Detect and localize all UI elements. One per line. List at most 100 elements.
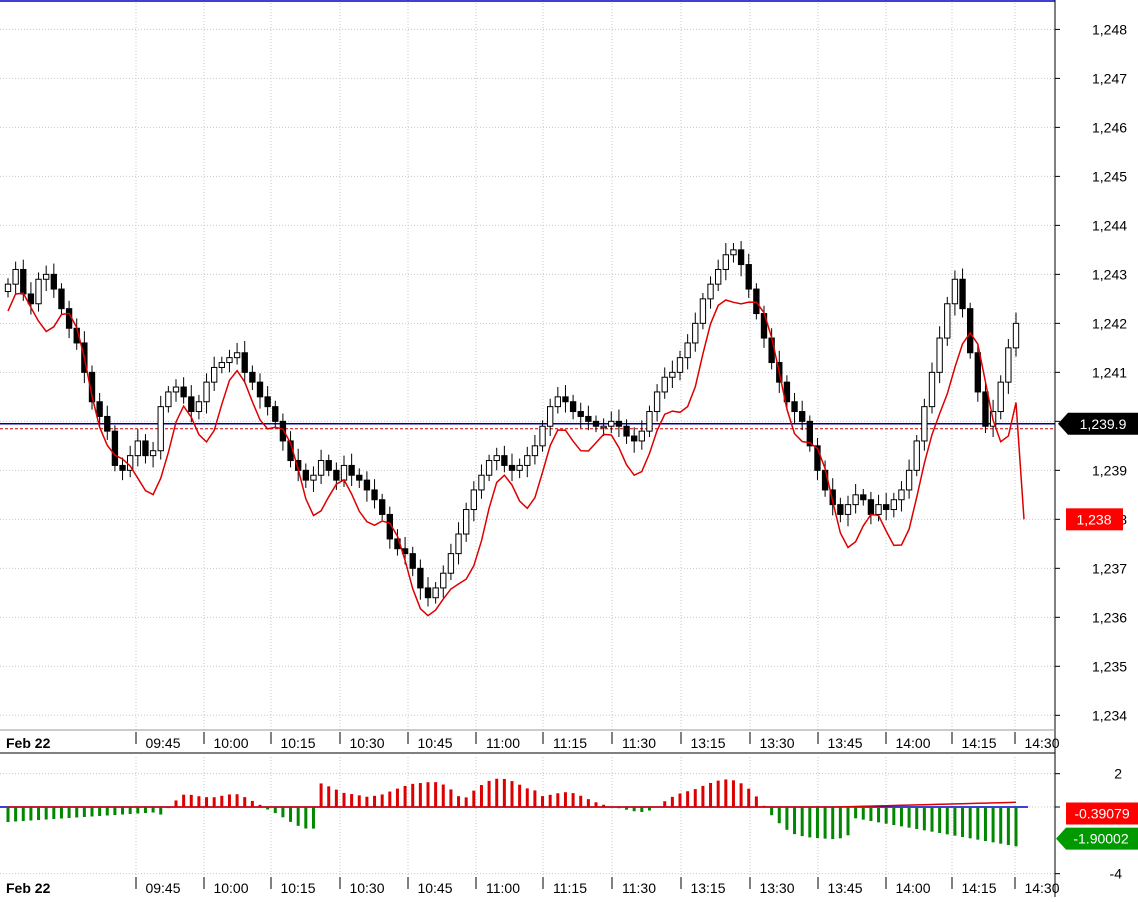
price-tick-label: 1,236	[1092, 609, 1127, 625]
candle	[409, 553, 416, 569]
candle	[600, 425, 607, 429]
histogram-bar	[273, 807, 277, 814]
candle	[913, 440, 920, 471]
candle	[1012, 322, 1020, 349]
candle	[493, 455, 500, 462]
candle	[310, 474, 317, 481]
histogram-bar	[304, 807, 308, 829]
histogram-bar	[838, 807, 842, 839]
candle	[890, 499, 897, 511]
candle	[188, 396, 195, 413]
histogram-bar	[197, 796, 201, 807]
candle	[35, 278, 42, 305]
candle	[157, 406, 164, 452]
chart-area: 1,248 1,247 1,246 1,245 1,244 1,243 1,242 1,241…	[0, 0, 1138, 897]
time-label: 10:30	[349, 880, 384, 896]
histogram-bar	[686, 791, 690, 807]
time-label: 14:15	[961, 735, 996, 751]
histogram-bar	[59, 807, 63, 819]
histogram-bar	[281, 807, 285, 818]
histogram-bar	[205, 797, 209, 807]
histogram-bar	[365, 796, 369, 807]
candle	[440, 572, 447, 589]
histogram-bar	[395, 788, 399, 807]
histogram-bar	[823, 807, 827, 839]
histogram-bar	[75, 807, 79, 818]
candle	[623, 425, 630, 437]
candle	[898, 489, 905, 501]
histogram-bar	[640, 807, 644, 813]
time-label: 09:45	[145, 735, 180, 751]
histogram-bar	[434, 782, 438, 807]
histogram-bar	[953, 807, 957, 836]
histogram-bar	[877, 807, 881, 823]
price-tick-label: 1,244	[1092, 217, 1127, 233]
histogram-bar	[67, 807, 71, 818]
time-label: 11:30	[622, 880, 656, 896]
histogram-bar	[502, 778, 506, 807]
histogram-bar	[44, 807, 48, 820]
histogram-bar	[182, 794, 186, 807]
time-label: 13:30	[759, 880, 794, 896]
time-label: 11:00	[486, 880, 520, 896]
candle	[959, 278, 966, 310]
candle	[608, 420, 615, 427]
histogram-bar	[991, 807, 995, 843]
candle	[905, 469, 913, 491]
histogram-bar	[105, 807, 109, 816]
candle	[745, 264, 752, 290]
candle	[730, 249, 737, 256]
histogram-bar	[388, 791, 392, 807]
candle	[211, 366, 218, 383]
time-label: 13:15	[690, 880, 725, 896]
candle	[249, 371, 256, 383]
histogram-bar	[945, 807, 949, 835]
candle	[799, 411, 806, 422]
histogram-last-label: -0.39079	[1074, 806, 1129, 822]
price-series	[0, 0, 1055, 617]
histogram-bar	[113, 807, 117, 815]
candle	[447, 553, 455, 574]
histogram-bar	[37, 807, 41, 820]
candle	[699, 298, 707, 324]
candle	[165, 391, 172, 408]
histogram-bar	[556, 793, 560, 807]
price-tick-label: 1,246	[1092, 119, 1127, 135]
osc-tick-label: -4	[1110, 866, 1123, 882]
candle	[692, 322, 699, 344]
histogram-bar	[739, 783, 743, 807]
histogram-bar	[869, 807, 873, 821]
price-tick-label: 1,243	[1092, 266, 1127, 282]
candle	[638, 430, 645, 442]
histogram-bar	[457, 796, 461, 807]
histogram-bar	[327, 786, 331, 807]
histogram-bar	[212, 797, 216, 807]
candle	[951, 278, 959, 305]
histogram-bar	[143, 807, 147, 813]
histogram-bar	[403, 785, 407, 807]
candle	[264, 396, 271, 408]
histogram-bar	[159, 807, 163, 815]
candle	[463, 509, 470, 535]
histogram-bar	[724, 779, 728, 807]
histogram-bar	[884, 807, 888, 824]
candle	[669, 371, 676, 378]
histogram-bar	[487, 780, 491, 807]
time-label: 13:15	[690, 735, 725, 751]
histogram-bar	[350, 794, 354, 807]
histogram-bar	[342, 792, 346, 807]
histogram-bar	[533, 790, 537, 807]
time-label: 10:15	[280, 735, 315, 751]
time-label: 11:15	[553, 735, 587, 751]
candle	[325, 460, 332, 471]
histogram-bar	[319, 783, 323, 807]
candle	[508, 464, 516, 471]
histogram-bar	[334, 789, 338, 807]
histogram-bar	[892, 807, 896, 825]
candle	[348, 464, 355, 476]
candle	[233, 352, 241, 359]
histogram-bar	[907, 807, 911, 828]
histogram-bar	[899, 807, 903, 827]
histogram-bar	[831, 807, 835, 840]
time-label: 11:30	[622, 735, 656, 751]
